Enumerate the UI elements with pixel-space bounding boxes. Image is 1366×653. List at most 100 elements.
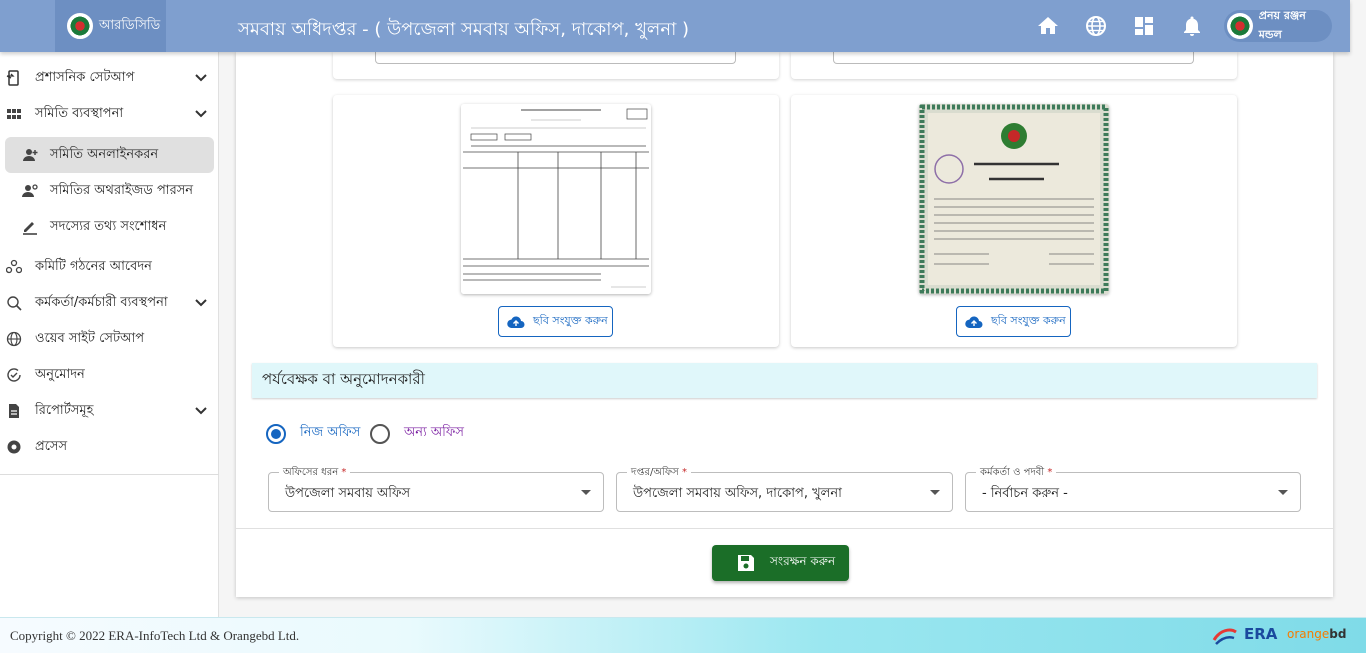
save-button-label: সংরক্ষন করুন xyxy=(770,554,836,568)
grid-icon xyxy=(7,109,21,119)
user-name: প্রনয় রঞ্জন মন্ডল xyxy=(1258,9,1306,41)
staff-icon xyxy=(7,296,22,311)
bangladesh-emblem-icon xyxy=(67,13,93,39)
required-mark: * xyxy=(341,467,347,478)
authorized-person-icon xyxy=(22,184,38,197)
radio-other-office-label: অন্য অফিস xyxy=(404,425,464,440)
upper-card-right xyxy=(791,52,1237,79)
document-preview-image[interactable] xyxy=(461,104,651,294)
sidebar-item-label: প্রসেস xyxy=(35,438,68,454)
upload-photo-button-left[interactable]: ছবি সংযুক্ত করুন xyxy=(498,306,613,337)
sidebar-item-website-setup[interactable]: ওয়েব সাইট সেটআপ xyxy=(0,322,219,356)
edit-icon xyxy=(23,222,37,235)
sidebar-item-admin-setup[interactable]: প্রশাসনিক সেটআপ xyxy=(0,61,219,95)
globe-icon xyxy=(6,331,22,347)
required-mark: * xyxy=(1047,467,1053,478)
orangebd-logo-b: bd xyxy=(1329,627,1347,641)
user-profile-menu[interactable]: প্রনয় রঞ্জন মন্ডল xyxy=(1224,9,1332,42)
sidebar-item-label: প্রশাসনিক সেটআপ xyxy=(35,69,135,85)
home-icon[interactable] xyxy=(1036,14,1060,38)
cloud-upload-icon xyxy=(965,315,983,328)
sidebar-item-label: ওয়েব সাইট সেটআপ xyxy=(35,330,145,346)
office-label: দপ্তর/অফিস * xyxy=(627,465,691,482)
brand-label: আরডিসিডি xyxy=(99,17,161,33)
radio-own-office[interactable]: নিজ অফিস xyxy=(266,423,360,444)
form-divider xyxy=(236,528,1333,529)
orangebd-logo-a: orange xyxy=(1287,627,1330,641)
sidebar-item-label: কর্মকর্তা/কর্মচারী ব্যবস্থপনা xyxy=(35,294,168,310)
sidebar-item-committee-application[interactable]: কমিটি গঠনের আবেদন xyxy=(0,250,219,284)
office-select[interactable]: দপ্তর/অফিস * উপজেলা সমবায় অফিস, দাকোপ, … xyxy=(616,465,953,512)
upper-input-left[interactable] xyxy=(375,52,736,64)
bell-icon[interactable] xyxy=(1180,14,1204,38)
sidebar: প্রশাসনিক সেটআপ সমিতি ব্যবস্থাপনা সমিতি … xyxy=(0,52,219,617)
sidebar-item-samity-online[interactable]: সমিতি অনলাইনকরন xyxy=(5,137,214,173)
required-mark: * xyxy=(681,467,687,478)
document-card-left: ছবি সংযুক্ত করুন xyxy=(333,95,779,347)
certificate-preview-image[interactable] xyxy=(919,104,1109,294)
era-logo: ERA xyxy=(1244,625,1278,643)
chevron-down-icon xyxy=(195,74,207,82)
upper-input-right[interactable] xyxy=(833,52,1194,64)
office-type-label-text: অফিসের ধরন xyxy=(283,467,339,478)
officer-designation-value: - নির্বাচন করুন - xyxy=(982,486,1068,501)
committee-icon xyxy=(6,259,22,274)
page-footer: Copyright © 2022 ERA-InfoTech Ltd & Oran… xyxy=(0,617,1366,653)
officer-designation-label: কর্মকর্তা ও পদবী * xyxy=(976,465,1057,482)
sidebar-divider xyxy=(0,474,219,475)
page-header-title: সমবায় অধিদপ্তর - ( উপজেলা সমবায় অফিস, … xyxy=(238,19,690,40)
office-label-text: দপ্তর/অফিস xyxy=(631,467,679,478)
era-logo-icon xyxy=(1212,628,1237,645)
form-document-image xyxy=(461,104,651,294)
upload-photo-label: ছবি সংযুক্ত করুন xyxy=(533,314,608,327)
sidebar-item-authorized-person[interactable]: সমিতির অথরাইজড পারসন xyxy=(5,173,214,209)
dropdown-arrow-icon xyxy=(581,490,591,495)
radio-own-office-label: নিজ অফিস xyxy=(300,425,361,440)
office-value: উপজেলা সমবায় অফিস, দাকোপ, খুলনা xyxy=(633,486,842,501)
upload-photo-button-right[interactable]: ছবি সংযুক্ত করুন xyxy=(956,306,1071,337)
radio-own-office-control[interactable] xyxy=(266,423,286,444)
copyright-text: Copyright © 2022 ERA-InfoTech Ltd & Oran… xyxy=(10,628,300,643)
brand-logo[interactable]: আরডিসিডি xyxy=(55,0,166,52)
save-button[interactable]: সংরক্ষন করুন xyxy=(712,545,849,581)
dashboard-icon[interactable] xyxy=(1132,14,1156,38)
office-type-value: উপজেলা সমবায় অফিস xyxy=(285,486,411,501)
sidebar-item-approval[interactable]: অনুমোদন xyxy=(0,358,219,392)
office-type-select[interactable]: অফিসের ধরন * উপজেলা সমবায় অফিস xyxy=(268,465,604,512)
person-add-icon xyxy=(23,149,38,161)
user-avatar xyxy=(1227,13,1253,39)
sidebar-item-label: সদস্যের তথ্য সংশোধন xyxy=(50,218,167,234)
sidebar-item-label: সমিতি অনলাইনকরন xyxy=(50,146,159,162)
upload-photo-label: ছবি সংযুক্ত করুন xyxy=(991,314,1066,327)
process-icon xyxy=(7,440,21,454)
sidebar-item-samity-management[interactable]: সমিতি ব্যবস্থাপনা xyxy=(0,97,219,131)
globe-icon[interactable] xyxy=(1084,14,1108,38)
officer-designation-select[interactable]: কর্মকর্তা ও পদবী * - নির্বাচন করুন - xyxy=(965,465,1301,512)
radio-other-office[interactable]: অন্য অফিস xyxy=(370,423,464,444)
chevron-down-icon xyxy=(195,299,207,307)
cloud-upload-icon xyxy=(507,315,525,328)
dropdown-arrow-icon xyxy=(930,490,940,495)
document-card-right: ছবি সংযুক্ত করুন xyxy=(791,95,1237,347)
top-header: আরডিসিডি সমবায় অধিদপ্তর - ( উপজেলা সমবা… xyxy=(0,0,1350,52)
sidebar-item-reports[interactable]: রিপোর্টসমূহ xyxy=(0,394,219,428)
chevron-down-icon xyxy=(195,110,207,118)
approval-icon xyxy=(7,368,21,382)
radio-other-office-control[interactable] xyxy=(370,423,390,444)
admin-setup-icon xyxy=(6,70,19,86)
dropdown-arrow-icon xyxy=(1278,490,1288,495)
sidebar-item-label: সমিতির অথরাইজড পারসন xyxy=(50,182,194,198)
sidebar-item-member-edit[interactable]: সদস্যের তথ্য সংশোধন xyxy=(5,209,214,245)
upper-card-left xyxy=(333,52,779,79)
sidebar-item-staff-management[interactable]: কর্মকর্তা/কর্মচারী ব্যবস্থপনা xyxy=(0,286,219,320)
sidebar-item-label: সমিতি ব্যবস্থাপনা xyxy=(35,105,124,121)
report-icon xyxy=(9,404,19,418)
registration-certificate-image xyxy=(919,104,1109,294)
office-type-label: অফিসের ধরন * xyxy=(279,465,351,482)
orangebd-logo: orangebd xyxy=(1287,627,1346,641)
chevron-down-icon xyxy=(195,407,207,415)
officer-designation-label-text: কর্মকর্তা ও পদবী xyxy=(980,467,1045,478)
sidebar-item-label: অনুমোদন xyxy=(35,366,85,382)
approver-section-title: পর্যবেক্ষক বা অনুমোদনকারী xyxy=(252,363,1317,398)
sidebar-item-process[interactable]: প্রসেস xyxy=(0,430,219,464)
